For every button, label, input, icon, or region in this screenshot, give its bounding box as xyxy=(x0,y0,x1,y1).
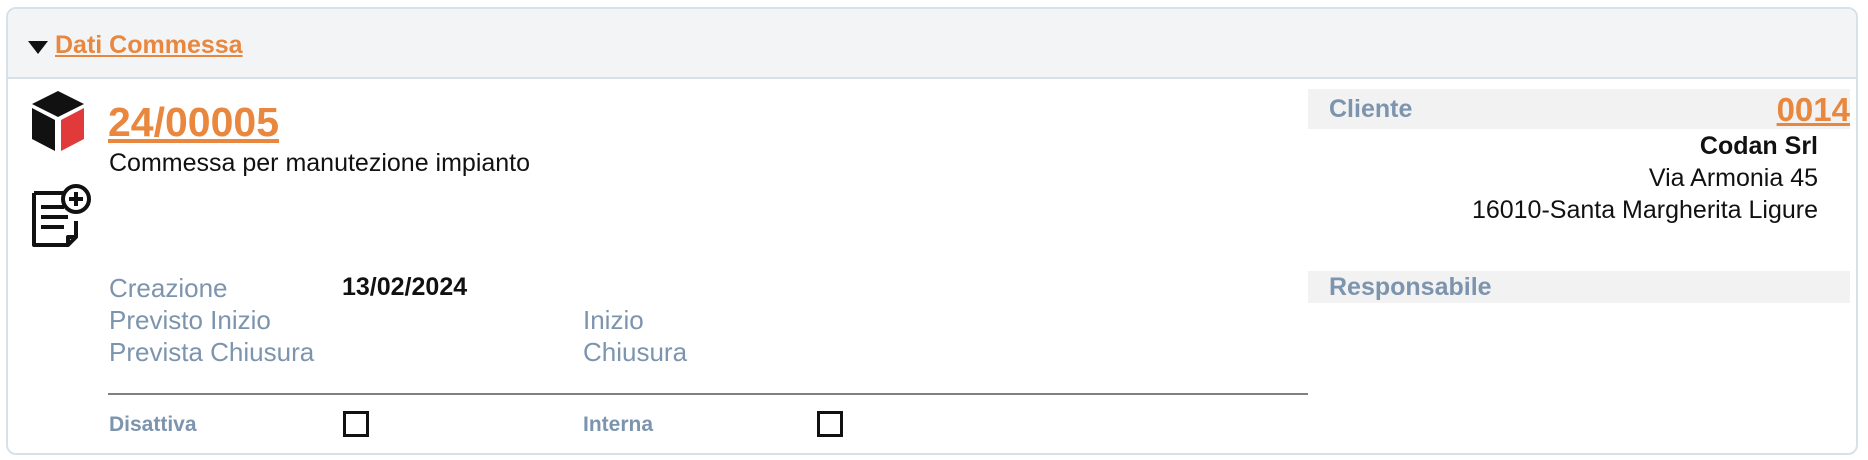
interna-checkbox[interactable] xyxy=(817,411,843,437)
triangle-down-icon[interactable] xyxy=(26,35,50,59)
responsabile-header: Responsabile xyxy=(1308,271,1850,303)
commessa-code-link[interactable]: 24/00005 xyxy=(108,99,279,146)
responsabile-label: Responsabile xyxy=(1329,273,1492,301)
cliente-name: Codan Srl xyxy=(1699,132,1818,160)
divider xyxy=(108,393,1308,395)
cube-icon xyxy=(32,91,84,151)
cliente-label: Cliente xyxy=(1329,95,1413,123)
cliente-address: Via Armonia 45 xyxy=(1648,164,1818,192)
previsto-inizio-label: Previsto Inizio xyxy=(109,305,271,335)
cliente-city: 16010-Santa Margherita Ligure xyxy=(1471,196,1818,224)
disattiva-label: Disattiva xyxy=(109,413,197,436)
disattiva-checkbox[interactable] xyxy=(343,411,369,437)
creazione-label: Creazione xyxy=(109,273,228,303)
prevista-chiusura-label: Prevista Chiusura xyxy=(109,337,315,367)
creazione-value: 13/02/2024 xyxy=(342,273,468,301)
panel-title-link[interactable]: Dati Commessa xyxy=(55,31,243,60)
inizio-label: Inizio xyxy=(583,305,644,335)
document-add-icon[interactable] xyxy=(28,181,92,249)
commessa-description: Commessa per manutezione impianto xyxy=(109,149,531,177)
cliente-code-link[interactable]: 0014 xyxy=(1777,91,1850,129)
cliente-header: Cliente 0014 xyxy=(1308,89,1850,129)
chiusura-label: Chiusura xyxy=(583,337,688,367)
dati-commessa-panel: Dati Commessa 24/00005 Commessa per manu… xyxy=(6,7,1858,455)
interna-label: Interna xyxy=(583,413,654,436)
panel-header: Dati Commessa xyxy=(8,9,1856,79)
